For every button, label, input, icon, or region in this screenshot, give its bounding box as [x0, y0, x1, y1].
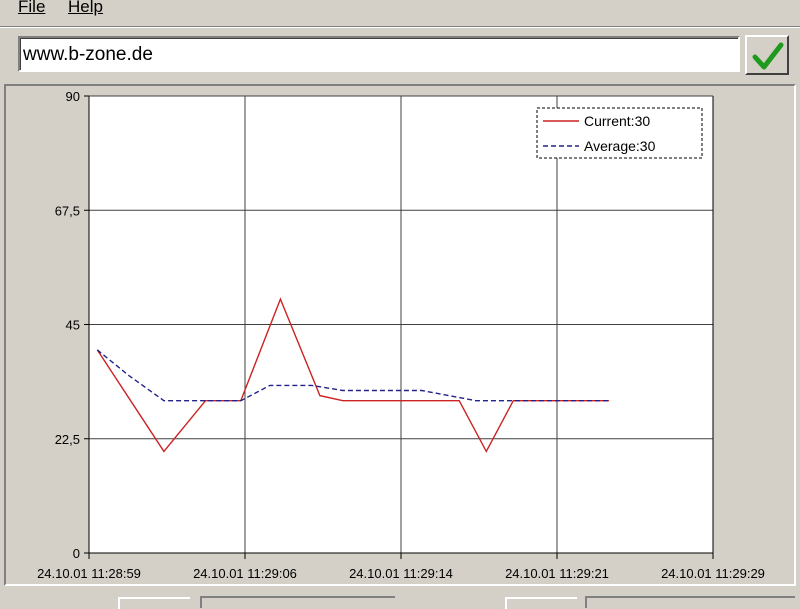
- y-tick-label: 67,5: [55, 203, 80, 218]
- y-tick-label: 90: [66, 89, 80, 104]
- line-chart: 0 22,5 45 67,5 90 24.10.01 11:28:59 24.10.01 1…: [37, 89, 765, 581]
- checkmark-icon: [752, 42, 784, 70]
- x-tick-label: 24.10.01 11:29:14: [349, 566, 453, 581]
- status-button-1[interactable]: [118, 597, 190, 609]
- status-field-4: [585, 596, 795, 608]
- x-tick-label: 24.10.01 11:29:29: [661, 566, 765, 581]
- status-button-3[interactable]: [505, 597, 577, 609]
- menu-help-label: Help: [68, 0, 103, 16]
- x-tick-label: 24.10.01 11:29:21: [505, 566, 609, 581]
- address-input[interactable]: [23, 42, 723, 68]
- menu-bar: File Help: [0, 0, 800, 26]
- status-bar: [0, 588, 800, 609]
- menu-separator-light: [0, 27, 800, 28]
- address-field[interactable]: [18, 36, 740, 72]
- y-tick-label: 45: [66, 318, 80, 333]
- go-button[interactable]: [745, 35, 789, 75]
- menu-help[interactable]: Help: [68, 0, 103, 17]
- status-field-2: [200, 596, 395, 608]
- x-tick-label: 24.10.01 11:29:06: [193, 566, 297, 581]
- legend-label-2: Average:30: [584, 138, 656, 154]
- x-tick-label: 24.10.01 11:28:59: [37, 566, 141, 581]
- y-tick-label: 22,5: [55, 432, 80, 447]
- menu-file[interactable]: File: [18, 0, 45, 17]
- chart-panel: 0 22,5 45 67,5 90 24.10.01 11:28:59 24.10.01 1…: [4, 84, 796, 586]
- y-tick-label: 0: [73, 546, 80, 561]
- menu-file-label: File: [18, 0, 46, 16]
- legend-label-1: Current:30: [584, 113, 650, 129]
